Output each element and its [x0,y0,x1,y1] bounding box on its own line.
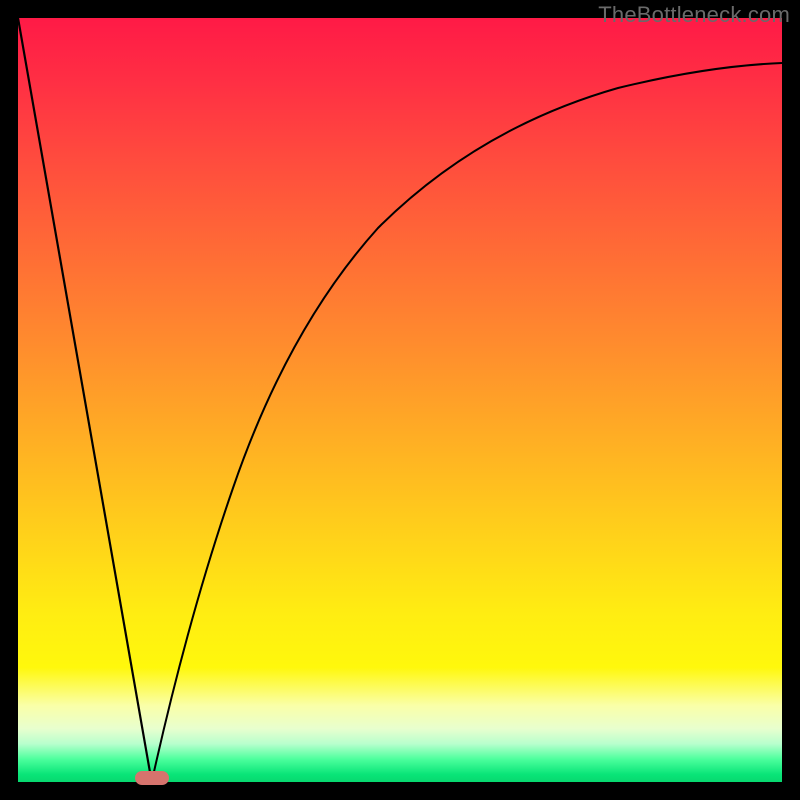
bottleneck-marker [135,771,169,785]
chart-plot-area [18,18,782,782]
curve-right-branch [152,63,782,782]
chart-curves [18,18,782,782]
watermark-text: TheBottleneck.com [598,2,790,28]
chart-frame: TheBottleneck.com [0,0,800,800]
curve-left-branch [18,18,152,782]
